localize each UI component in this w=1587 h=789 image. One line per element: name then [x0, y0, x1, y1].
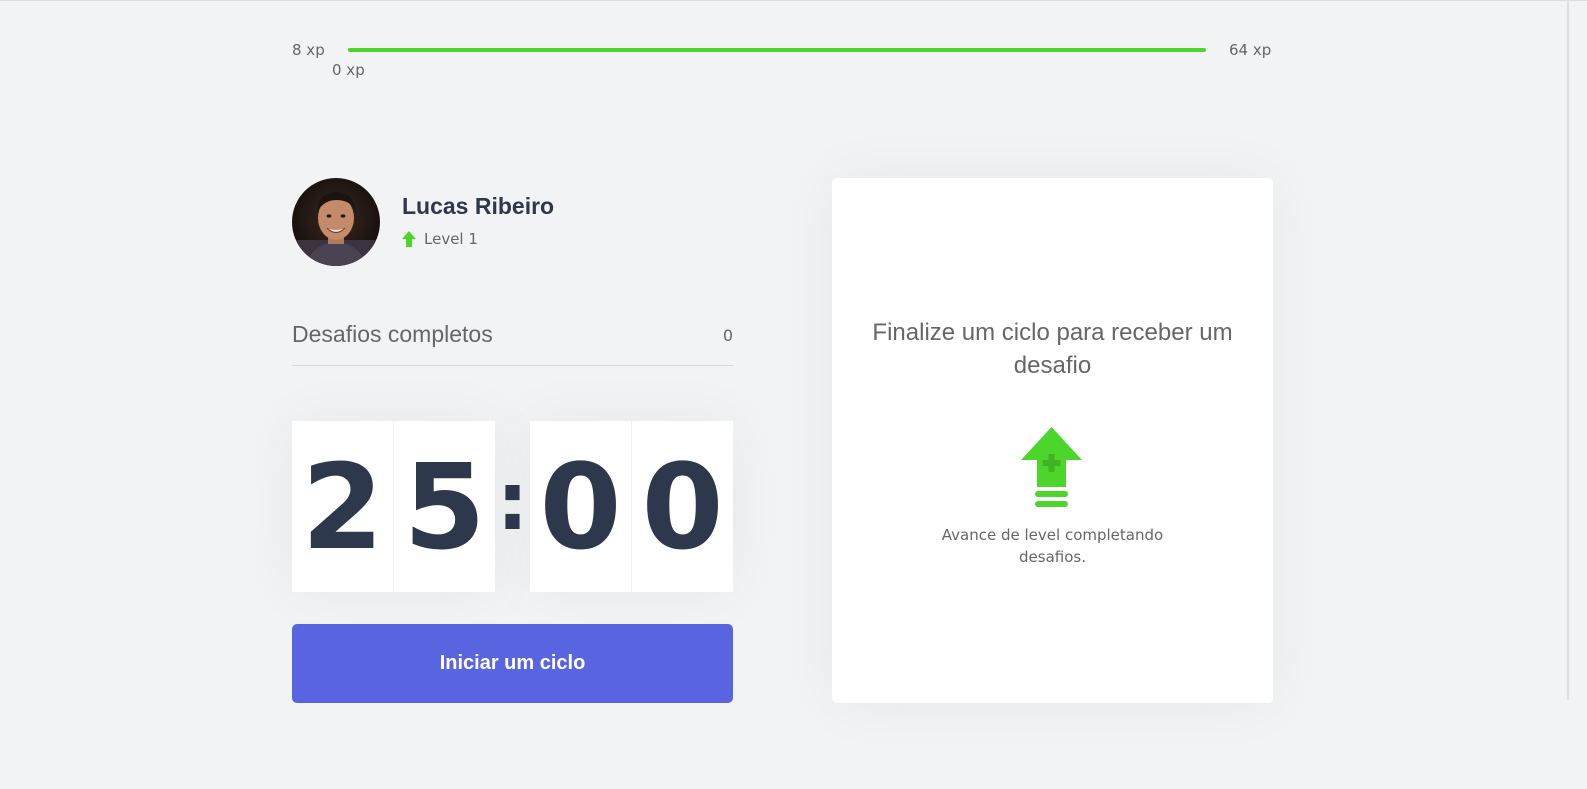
completed-challenges-label: Desafios completos	[292, 321, 493, 347]
scrollbar-track[interactable]	[1567, 0, 1569, 700]
level-label: Level 1	[424, 230, 478, 248]
experience-bar	[348, 48, 1206, 52]
current-xp-label: 0 xp	[332, 61, 365, 79]
countdown: 2 5 : 0 0	[292, 421, 733, 592]
countdown-minute-ones: 5	[393, 421, 495, 592]
countdown-separator: :	[496, 455, 529, 548]
completed-challenges-count: 0	[722, 326, 733, 345]
countdown-seconds: 0 0	[530, 421, 733, 592]
countdown-second-tens: 0	[539, 437, 622, 576]
challenge-box-hint: Avance de level completando desafios.	[941, 526, 1164, 566]
challenge-box: Finalize um ciclo para receber um desafi…	[832, 178, 1273, 703]
xp-max-label: 64 xp	[1229, 41, 1272, 59]
countdown-minutes: 2 5	[292, 421, 495, 592]
level-arrow-icon	[402, 231, 416, 247]
experience-bar-fill	[348, 48, 1206, 52]
level-up-icon	[1021, 427, 1082, 507]
avatar	[292, 178, 380, 266]
countdown-second-ones: 0	[631, 421, 733, 592]
completed-challenges: Desafios completos 0	[292, 318, 733, 366]
challenge-box-title: Finalize um ciclo para receber um desafi…	[872, 319, 1233, 379]
start-cycle-button[interactable]: Iniciar um ciclo	[292, 624, 733, 703]
profile-level: Level 1	[402, 230, 478, 248]
user-photo-icon	[292, 178, 380, 266]
window-top-border	[0, 0, 1587, 1]
countdown-minute-tens: 2	[301, 437, 384, 576]
profile-name: Lucas Ribeiro	[402, 193, 555, 219]
xp-min-label: 8 xp	[292, 41, 325, 59]
